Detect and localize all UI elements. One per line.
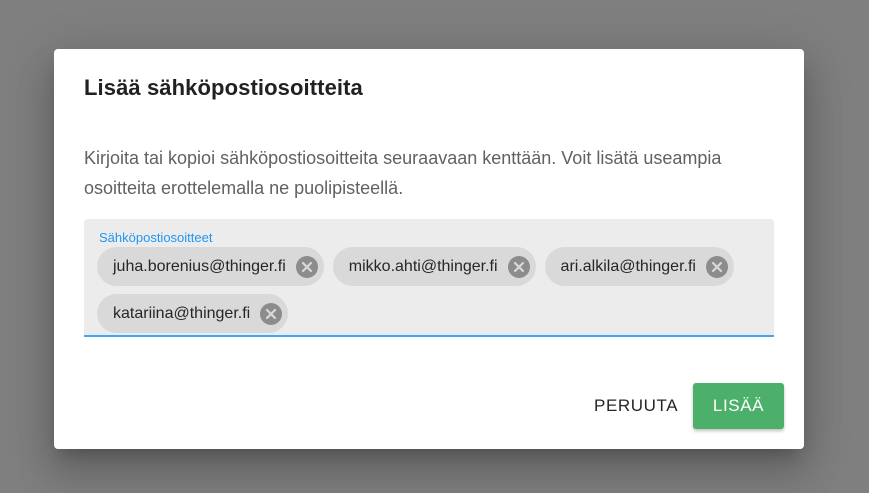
email-chip: juha.borenius@thinger.fi — [97, 247, 324, 286]
email-chip-label: mikko.ahti@thinger.fi — [348, 257, 498, 275]
email-chip: mikko.ahti@thinger.fi — [332, 247, 536, 286]
close-circle-icon[interactable] — [260, 302, 283, 325]
email-chip-list: juha.borenius@thinger.fi mikko.ahti@thin… — [97, 247, 767, 333]
add-emails-dialog: Lisää sähköpostiosoitteita Kirjoita tai … — [54, 49, 804, 449]
close-circle-icon[interactable] — [507, 255, 530, 278]
dialog-title: Lisää sähköpostiosoitteita — [84, 75, 363, 100]
cancel-button[interactable]: PERUUTA — [576, 383, 696, 429]
email-chip: ari.alkila@thinger.fi — [544, 247, 734, 286]
dialog-description: Kirjoita tai kopioi sähköpostiosoitteita… — [84, 148, 722, 198]
close-circle-icon[interactable] — [295, 255, 318, 278]
add-button[interactable]: LISÄÄ — [693, 383, 784, 429]
email-chips-field[interactable]: Sähköpostiosoitteet juha.borenius@thinge… — [84, 219, 774, 337]
email-chip: katariina@thinger.fi — [97, 294, 289, 333]
email-chip-label: juha.borenius@thinger.fi — [113, 257, 286, 275]
email-chip-label: ari.alkila@thinger.fi — [560, 257, 696, 275]
email-field-label: Sähköpostiosoitteet — [99, 230, 213, 245]
close-circle-icon[interactable] — [705, 255, 728, 278]
email-chip-label: katariina@thinger.fi — [113, 304, 251, 322]
